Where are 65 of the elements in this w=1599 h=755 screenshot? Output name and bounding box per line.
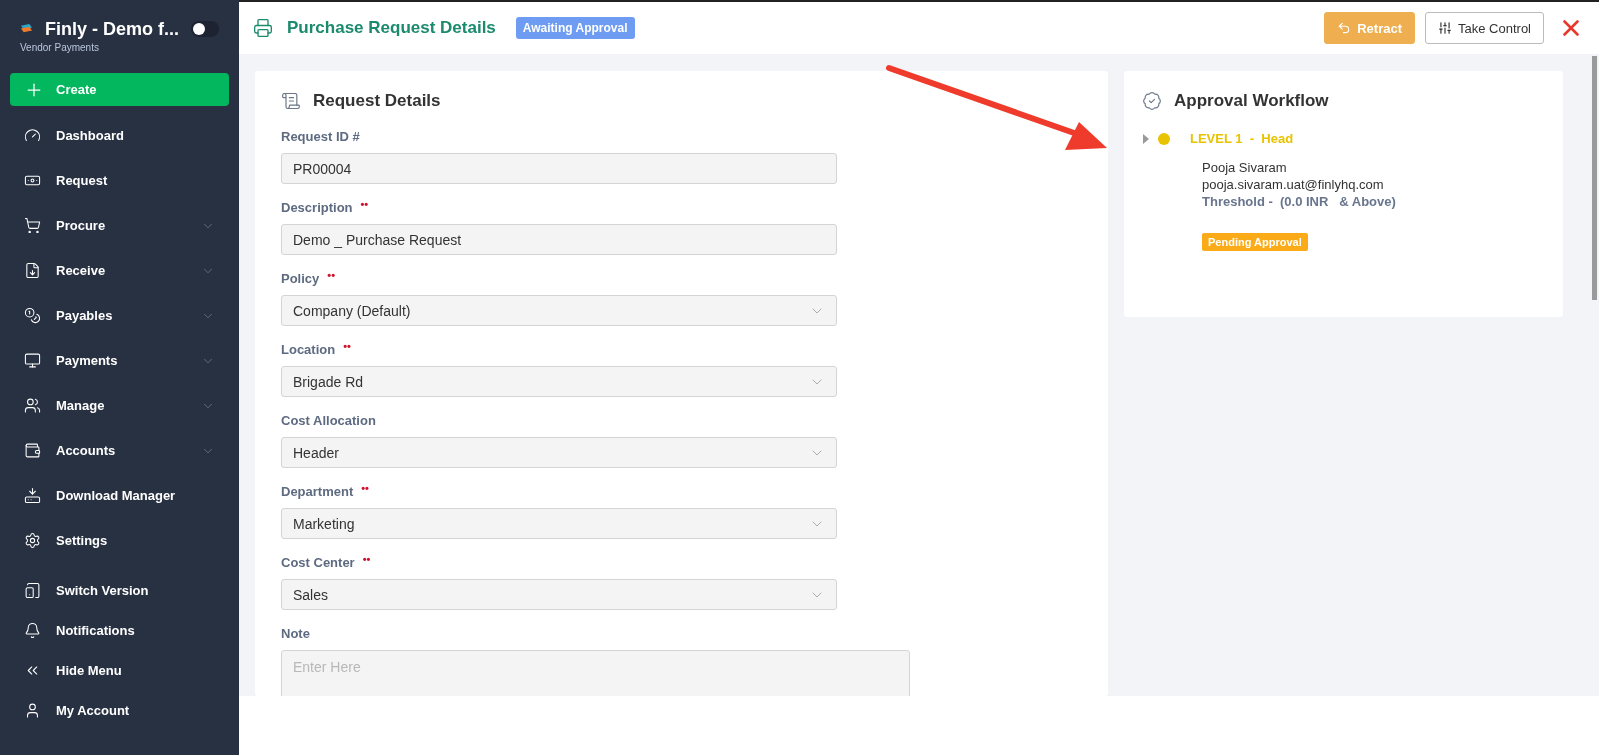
- sidebar-item[interactable]: Dashboard: [10, 113, 229, 158]
- threshold-text: Threshold - (0.0 INR & Above): [1202, 194, 1397, 209]
- sidebar-item[interactable]: Switch Version: [10, 570, 229, 610]
- take-control-button[interactable]: Take Control: [1425, 12, 1544, 44]
- required-mark: ••: [327, 271, 335, 279]
- undo-icon: [1337, 21, 1352, 35]
- card-title: Request Details: [313, 91, 441, 111]
- field-label: Note: [281, 626, 310, 641]
- input-field[interactable]: PR00004: [281, 153, 837, 184]
- brand-name: Finly - Demo f...: [45, 18, 179, 40]
- coins-icon: [24, 307, 41, 324]
- sidebar-item[interactable]: Request: [10, 158, 229, 203]
- field-label: Policy: [281, 271, 320, 286]
- field-label: Description: [281, 200, 353, 215]
- sidebar-item[interactable]: Payments: [10, 338, 229, 383]
- brand-subtitle: Vendor Payments: [20, 42, 100, 53]
- page-title: Purchase Request Details: [287, 18, 496, 38]
- cart-icon: [24, 217, 41, 234]
- required-mark: ••: [361, 484, 369, 492]
- level-title: LEVEL 1 - Head: [1190, 131, 1294, 146]
- tablet-icon: [24, 581, 41, 599]
- gauge-icon: [24, 127, 41, 144]
- sidebar-item[interactable]: Payables: [10, 293, 229, 338]
- sidebar-item[interactable]: Download Manager: [10, 473, 229, 518]
- download-icon: [24, 487, 41, 504]
- bell-icon: [24, 621, 41, 639]
- field-label: Request ID #: [281, 129, 360, 144]
- approver-name: Pooja Sivaram: [1202, 160, 1288, 175]
- tray-download-icon: [24, 262, 41, 279]
- required-mark: ••: [362, 555, 371, 563]
- select-field[interactable]: Sales: [281, 579, 837, 610]
- sidebar-item[interactable]: My Account: [10, 690, 229, 730]
- approver-email: pooja.sivaram.uat@finlyhq.com: [1202, 177, 1385, 192]
- required-mark: ••: [360, 200, 369, 208]
- users-icon: [24, 397, 41, 414]
- sidebar-item[interactable]: Procure: [10, 203, 229, 248]
- select-field[interactable]: Brigade Rd: [281, 366, 837, 397]
- toggle-switch[interactable]: [191, 21, 219, 37]
- sidebar-item[interactable]: Receive: [10, 248, 229, 293]
- settings-icon: [24, 532, 41, 549]
- monitor-icon: [24, 352, 41, 369]
- user-icon: [24, 701, 41, 719]
- select-field[interactable]: Company (Default): [281, 295, 837, 326]
- sidebar-item[interactable]: Hide Menu: [10, 650, 229, 690]
- expand-caret-icon[interactable]: [1142, 132, 1150, 145]
- field-label: Cost Allocation: [281, 413, 376, 428]
- sidebar-item[interactable]: Notifications: [10, 610, 229, 650]
- sidebar-item[interactable]: Accounts: [10, 428, 229, 473]
- card-title: Approval Workflow: [1174, 91, 1329, 111]
- scrollbar[interactable]: [1592, 56, 1597, 300]
- wallet-icon: [24, 442, 41, 459]
- field-label: Location: [281, 342, 336, 357]
- select-field[interactable]: Header: [281, 437, 837, 468]
- sidebar-item[interactable]: Manage: [10, 383, 229, 428]
- pending-badge: Pending Approval: [1202, 233, 1308, 251]
- required-mark: ••: [343, 342, 351, 350]
- sidebar-item[interactable]: Settings: [10, 518, 229, 563]
- status-badge: Awaiting Approval: [515, 17, 635, 39]
- select-field[interactable]: Marketing: [281, 508, 837, 539]
- sliders-icon: [1438, 21, 1452, 35]
- receipt-icon: [281, 91, 301, 111]
- check-badge-icon: [1142, 91, 1162, 111]
- field-label: Department: [281, 484, 354, 499]
- input-field[interactable]: Demo _ Purchase Request: [281, 224, 837, 255]
- field-label: Cost Center: [281, 555, 355, 570]
